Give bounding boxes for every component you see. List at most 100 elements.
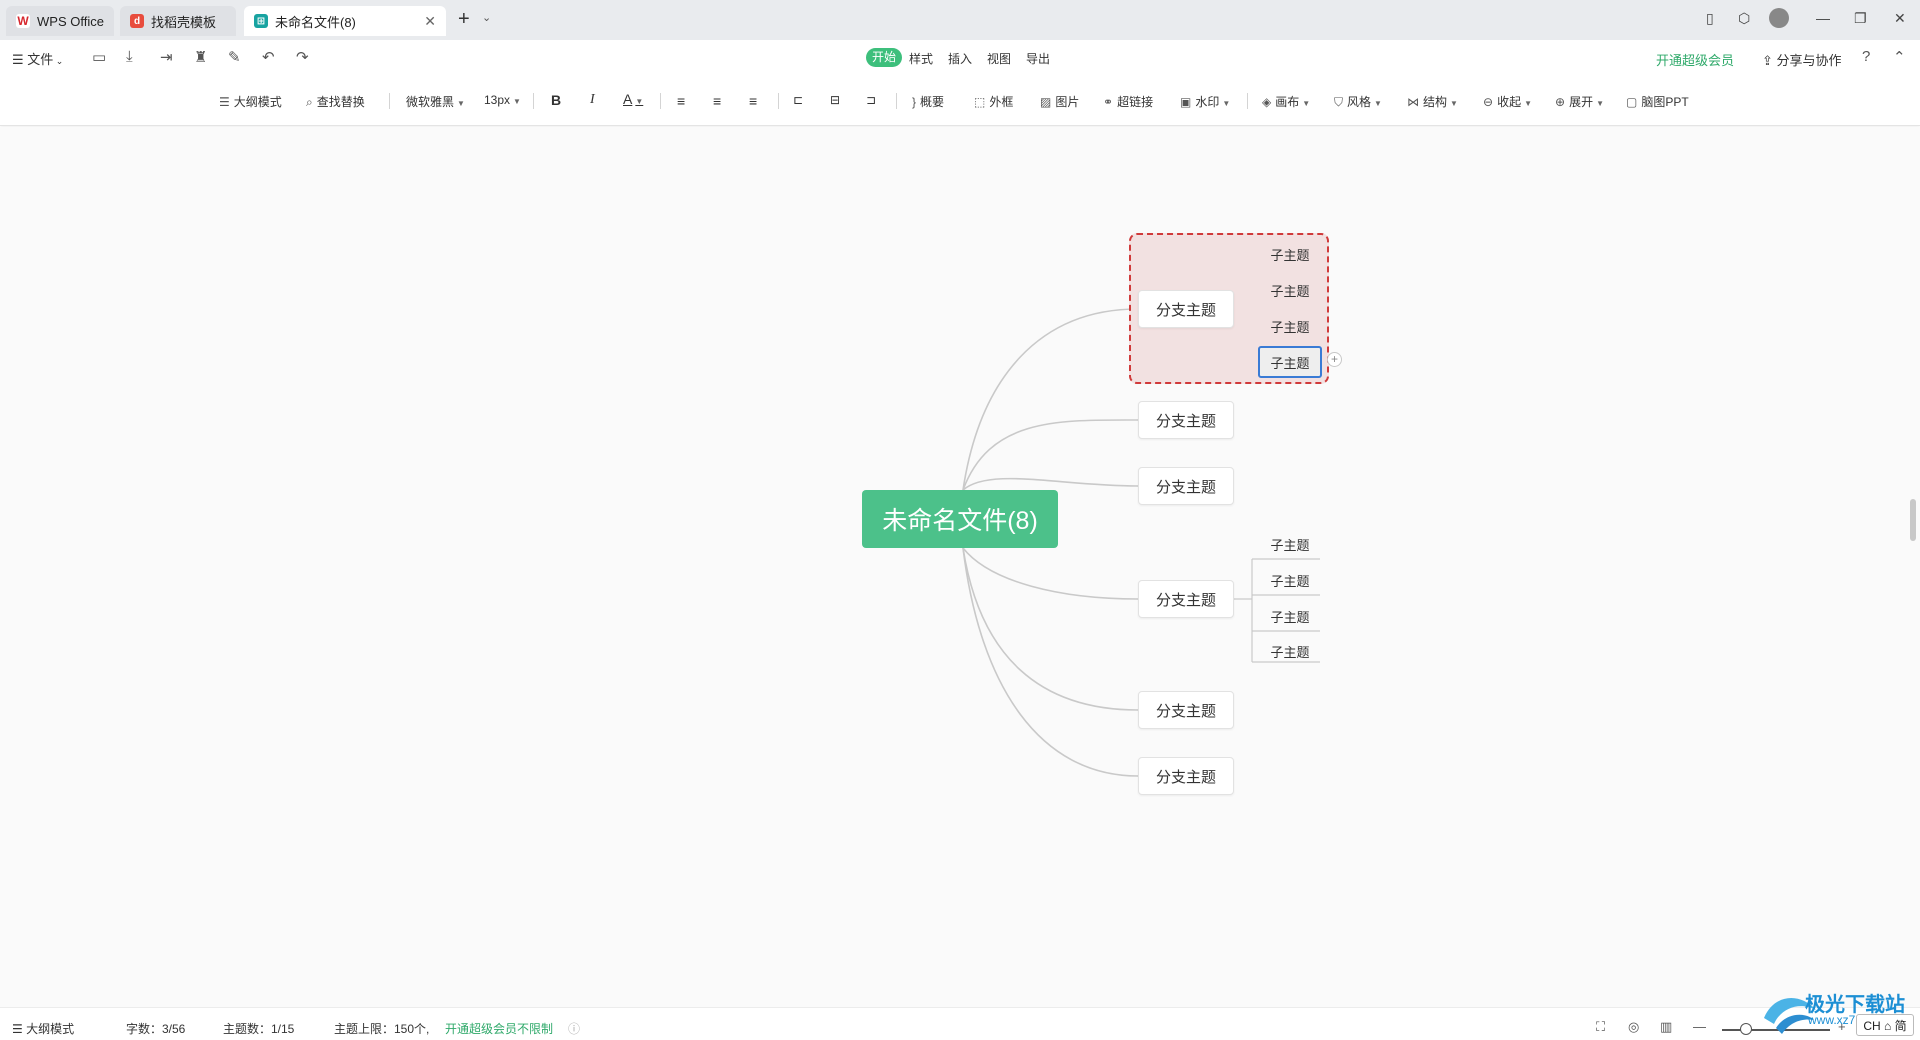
help-icon[interactable]: ? [1862,48,1870,65]
image-button[interactable]: ▨ 图片 [1040,93,1079,110]
tab-bar: W WPS Office d 找稻壳模板 ⊞ 未命名文件(8) ✕ + ⌄ ▯ … [0,0,1920,40]
subtopic-selected[interactable]: 子主题 [1258,346,1322,378]
align-left-icon[interactable]: ≡ [677,93,685,109]
avatar[interactable] [1769,8,1789,28]
save-icon[interactable]: ▭ [92,48,106,66]
watermark-button[interactable]: ▣ 水印 ▼ [1180,93,1230,110]
hyperlink-button[interactable]: ⚭ 超链接 [1103,93,1153,110]
watermark-icon: ▣ [1180,95,1192,109]
locate-icon[interactable]: ◎ [1628,1019,1639,1035]
font-family-select[interactable]: 微软雅黑 ▼ [406,93,465,110]
collapse-button[interactable]: ⊖ 收起 ▼ [1483,93,1532,110]
share-button[interactable]: ⇪ 分享与协作 [1762,50,1842,69]
format-painter-icon[interactable]: ♜ [194,48,207,66]
pen-icon[interactable]: ✎ [228,48,241,66]
status-bar: ☰ 大纲模式 字数：3/56 主题数：1/15 主题上限：150个, 开通超级会… [0,1007,1920,1040]
branch-topic[interactable]: 分支主题 [1138,691,1234,729]
topic-limit: 主题上限：150个, [334,1022,430,1036]
connector [962,308,1139,491]
word-count: 字数：3/56 [126,1022,186,1036]
tab-current-file[interactable]: ⊞ 未命名文件(8) ✕ [244,6,446,36]
collapse-ribbon-icon[interactable]: ⌃ [1893,48,1906,66]
branch-topic[interactable]: 分支主题 [1138,401,1234,439]
list-icon: ☰ [12,1022,27,1036]
zoom-out-icon[interactable]: — [1693,1019,1706,1034]
subtopic[interactable]: 子主题 [1258,276,1322,304]
expand-button[interactable]: ⊕ 展开 ▼ [1555,93,1604,110]
tab-label: 找稻壳模板 [151,14,217,30]
export-icon[interactable]: ⇥ [160,48,173,66]
connector-lines [962,268,1320,777]
mindmap-ppt-button[interactable]: ▢ 脑图PPT [1626,93,1689,110]
central-topic[interactable]: 未命名文件(8) [862,490,1058,548]
tab-templates[interactable]: d 找稻壳模板 [120,6,236,36]
subtopic[interactable]: 子主题 [1258,240,1322,268]
close-window-icon[interactable]: ✕ [1894,10,1906,27]
insert-child-icon[interactable]: ⊏ [793,93,803,107]
close-tab-icon[interactable]: ✕ [424,13,436,30]
font-color-button[interactable]: A ▼ [623,91,643,107]
font-size-select[interactable]: 13px ▼ [484,93,521,107]
restore-icon[interactable]: ❐ [1854,10,1867,27]
italic-button[interactable]: I [590,92,595,108]
mindmap-canvas[interactable]: 未命名文件(8) 分支主题 分支主题 分支主题 分支主题 分支主题 分支主题 子… [0,127,1920,1014]
bold-button[interactable]: B [551,92,561,108]
tab-export[interactable]: 导出 [1026,50,1050,67]
vip-link[interactable]: 开通超级会员 [1656,50,1734,69]
align-right-icon[interactable]: ≡ [749,93,757,109]
tab-wps-office[interactable]: W WPS Office [6,6,114,36]
redo-icon[interactable]: ↷ [296,48,309,66]
tab-style[interactable]: 样式 [909,50,933,67]
summary-button[interactable]: } 概要 [912,93,944,110]
branch-topic[interactable]: 分支主题 [1138,290,1234,328]
minimize-icon[interactable]: — [1816,10,1830,26]
chevron-down-icon[interactable]: ⌄ [482,11,491,24]
tab-insert[interactable]: 插入 [948,50,972,67]
tab-start[interactable]: 开始 [866,48,903,67]
ime-indicator[interactable]: CH ⌂ 简 [1856,1014,1914,1036]
fit-screen-icon[interactable]: ⛶ [1596,1019,1605,1035]
undo-icon[interactable]: ↶ [262,48,275,66]
link-icon: ⚭ [1103,95,1114,109]
connector [962,547,1139,711]
insert-parent-icon[interactable]: ⊐ [866,93,876,107]
align-center-icon[interactable]: ≡ [713,93,721,109]
structure-button[interactable]: ⋈ 结构 ▼ [1407,93,1458,110]
divider [1247,93,1248,109]
subtopic[interactable]: 子主题 [1258,637,1322,665]
new-tab-icon[interactable]: + [458,8,470,31]
minus-circle-icon: ⊖ [1483,95,1494,109]
tab-view[interactable]: 视图 [987,50,1011,67]
frame-icon: ⬚ [974,95,986,109]
vertical-scrollbar[interactable] [1910,499,1916,541]
cube-icon[interactable]: ⬡ [1738,10,1750,27]
outer-frame-button[interactable]: ⬚ 外框 [974,93,1013,110]
branch-topic[interactable]: 分支主题 [1138,757,1234,795]
docer-icon: d [130,14,144,28]
image-icon: ▨ [1040,95,1052,109]
connector [962,547,1139,600]
subtopic[interactable]: 子主题 [1258,602,1322,630]
file-menu[interactable]: ☰ 文件 ⌄ [12,49,63,68]
layout-icon[interactable]: ▯ [1706,10,1714,27]
canvas-button[interactable]: ◈ 画布 ▼ [1262,93,1310,110]
vip-unlimited-link[interactable]: 开通超级会员不限制 [445,1020,553,1037]
tab-label: WPS Office [37,13,104,29]
outline-mode-button[interactable]: ☰ 大纲模式 [219,93,282,110]
zoom-slider-thumb[interactable] [1740,1023,1752,1035]
map-icon[interactable]: ▥ [1660,1019,1672,1035]
download-icon[interactable]: ⤓ [126,48,133,65]
info-icon[interactable]: ⓘ [568,1020,580,1037]
status-outline-mode[interactable]: ☰ 大纲模式 [12,1020,74,1037]
subtopic[interactable]: 子主题 [1258,530,1322,558]
branch-topic[interactable]: 分支主题 [1138,580,1234,618]
subtopic[interactable]: 子主题 [1258,312,1322,340]
style-button[interactable]: ⛉ 风格 ▼ [1334,93,1382,110]
add-child-button[interactable]: + [1327,352,1342,367]
wps-logo-icon: W [16,14,30,28]
list-icon: ☰ [219,95,230,109]
insert-sibling-icon[interactable]: ⊟ [830,93,840,107]
find-replace-button[interactable]: ⌕ 查找替换 [306,93,365,110]
subtopic[interactable]: 子主题 [1258,566,1322,594]
branch-topic[interactable]: 分支主题 [1138,467,1234,505]
